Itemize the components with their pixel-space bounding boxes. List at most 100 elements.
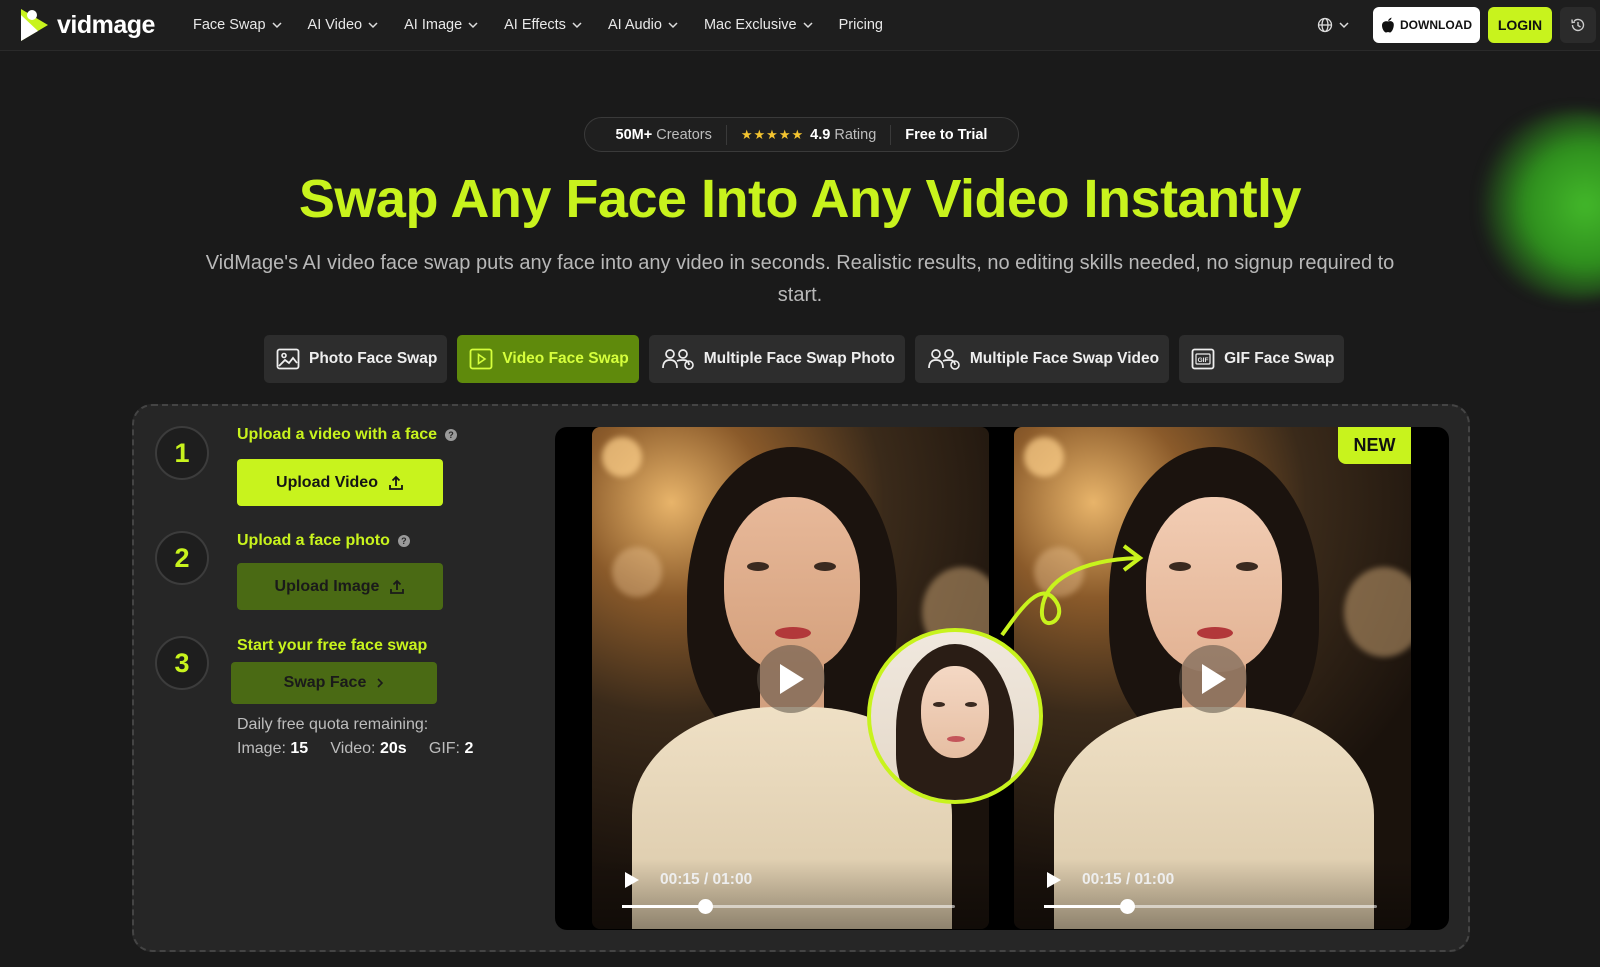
bokeh-light [1344, 567, 1411, 657]
multi-user-icon [928, 349, 960, 370]
video-time: 00:15 / 01:00 [1082, 871, 1175, 888]
person-lips [775, 627, 811, 639]
play-button[interactable] [1179, 645, 1247, 713]
quota-video-value: 20s [379, 740, 407, 757]
tab-photo-face-swap[interactable]: Photo Face Swap [264, 335, 448, 383]
download-label: DOWNLOAD [1400, 18, 1472, 32]
progress-knob[interactable] [698, 899, 714, 914]
video-controls: 00:15 / 01:00 [592, 859, 989, 929]
chevron-down-icon [468, 22, 478, 29]
image-icon [276, 348, 300, 370]
upload-image-button[interactable]: Upload Image [237, 563, 443, 610]
progress-fill [622, 905, 706, 908]
person-lips [1197, 627, 1233, 639]
logo-icon [21, 9, 48, 41]
play-icon [780, 664, 804, 694]
step-title: Upload a face photo ? [237, 532, 410, 550]
swapped-video[interactable]: 00:15 / 01:00 [1014, 427, 1411, 929]
progress-track[interactable] [622, 899, 955, 914]
tool-tabs: Photo Face Swap Video Face Swap Multiple… [264, 335, 1354, 383]
rating-label: Rating [834, 126, 877, 143]
play-icon[interactable] [1046, 871, 1062, 889]
source-face-photo [867, 628, 1043, 804]
person-eye [1236, 562, 1258, 571]
tab-multiple-face-swap-video[interactable]: Multiple Face Swap Video [914, 335, 1170, 383]
chevron-right-icon [377, 678, 384, 688]
nav-item-face-swap[interactable]: Face Swap [193, 17, 282, 33]
chevron-down-icon [1339, 22, 1349, 29]
step-number: 1 [155, 426, 209, 480]
upload-icon [390, 579, 405, 594]
button-label: Upload Image [274, 577, 380, 595]
globe-icon [1317, 17, 1333, 33]
tab-gif-face-swap[interactable]: GIF GIF Face Swap [1179, 335, 1345, 383]
person-eye [814, 562, 836, 571]
nav-item-label: AI Effects [504, 17, 566, 33]
video-time: 00:15 / 01:00 [660, 871, 753, 888]
apple-icon [1382, 17, 1394, 33]
tab-multiple-face-swap-photo[interactable]: Multiple Face Swap Photo [648, 335, 905, 383]
chevron-down-icon [572, 22, 582, 29]
nav-item-ai-video[interactable]: AI Video [308, 17, 379, 33]
multi-user-icon [661, 349, 694, 370]
upload-icon [389, 475, 403, 490]
tab-label: Multiple Face Swap Video [969, 350, 1160, 367]
step-number: 2 [155, 531, 209, 585]
chevron-down-icon [272, 22, 282, 29]
creators-value: 50M+ [615, 126, 653, 143]
help-icon[interactable]: ? [445, 429, 458, 441]
new-badge: NEW [1338, 427, 1411, 464]
nav-item-ai-audio[interactable]: AI Audio [608, 17, 678, 33]
play-button[interactable] [757, 645, 825, 713]
nav-item-ai-effects[interactable]: AI Effects [504, 17, 582, 33]
swap-face-button[interactable]: Swap Face [231, 662, 437, 704]
nav-item-mac-exclusive[interactable]: Mac Exclusive [704, 17, 813, 33]
logo[interactable]: vidmage [18, 7, 155, 43]
quota-video-label: Video: [330, 740, 376, 757]
upload-video-button[interactable]: Upload Video [237, 459, 443, 506]
quota-label: Daily free quota remaining: [237, 716, 429, 733]
swap-arrow-icon [1000, 544, 1144, 637]
nav-item-ai-image[interactable]: AI Image [404, 17, 478, 33]
progress-fill [1044, 905, 1128, 908]
progress-track[interactable] [1044, 899, 1377, 914]
quota-gif-value: 2 [464, 740, 474, 757]
tab-video-face-swap[interactable]: Video Face Swap [457, 335, 639, 383]
tab-label: GIF Face Swap [1224, 350, 1335, 367]
video-controls: 00:15 / 01:00 [1014, 859, 1411, 929]
button-label: Upload Video [276, 473, 378, 491]
person-eye [933, 702, 945, 707]
tab-label: Video Face Swap [502, 350, 629, 367]
progress-knob[interactable] [1120, 899, 1136, 914]
chevron-down-icon [668, 22, 678, 29]
video-icon [469, 348, 493, 370]
help-icon[interactable]: ? [397, 535, 410, 547]
chevron-down-icon [803, 22, 813, 29]
step-title: Start your free face swap [237, 637, 427, 655]
bokeh-light [612, 547, 662, 597]
play-icon[interactable] [624, 871, 640, 889]
person-lips [947, 736, 965, 742]
svg-text:GIF: GIF [1198, 357, 1209, 364]
step-title-text: Upload a face photo [237, 532, 390, 549]
language-selector[interactable] [1317, 17, 1355, 33]
nav-item-label: Mac Exclusive [703, 17, 797, 33]
person-eye [747, 562, 769, 571]
nav-item-pricing[interactable]: Pricing [839, 17, 883, 33]
login-button[interactable]: LOGIN [1488, 7, 1552, 43]
step-title-text: Start your free face swap [237, 637, 428, 654]
tab-label: Multiple Face Swap Photo [703, 350, 895, 367]
nav-item-label: Face Swap [193, 17, 266, 33]
trial-label: Free to Trial [905, 126, 988, 143]
quota-gif-label: GIF: [428, 740, 460, 757]
nav-menu: Face Swap AI Video AI Image AI Effects A… [193, 0, 909, 50]
bokeh-light [1024, 437, 1064, 477]
creators-label: Creators [656, 126, 712, 143]
history-button[interactable] [1560, 7, 1596, 43]
tab-label: Photo Face Swap [309, 350, 438, 367]
download-button[interactable]: DOWNLOAD [1373, 7, 1480, 43]
person-eye [1169, 562, 1191, 571]
chevron-down-icon [368, 22, 378, 29]
nav-actions: DOWNLOAD LOGIN [1317, 0, 1600, 50]
stats-pill: 50M+ Creators ★★★★★ 4.9 Rating Free to T… [584, 117, 1019, 152]
